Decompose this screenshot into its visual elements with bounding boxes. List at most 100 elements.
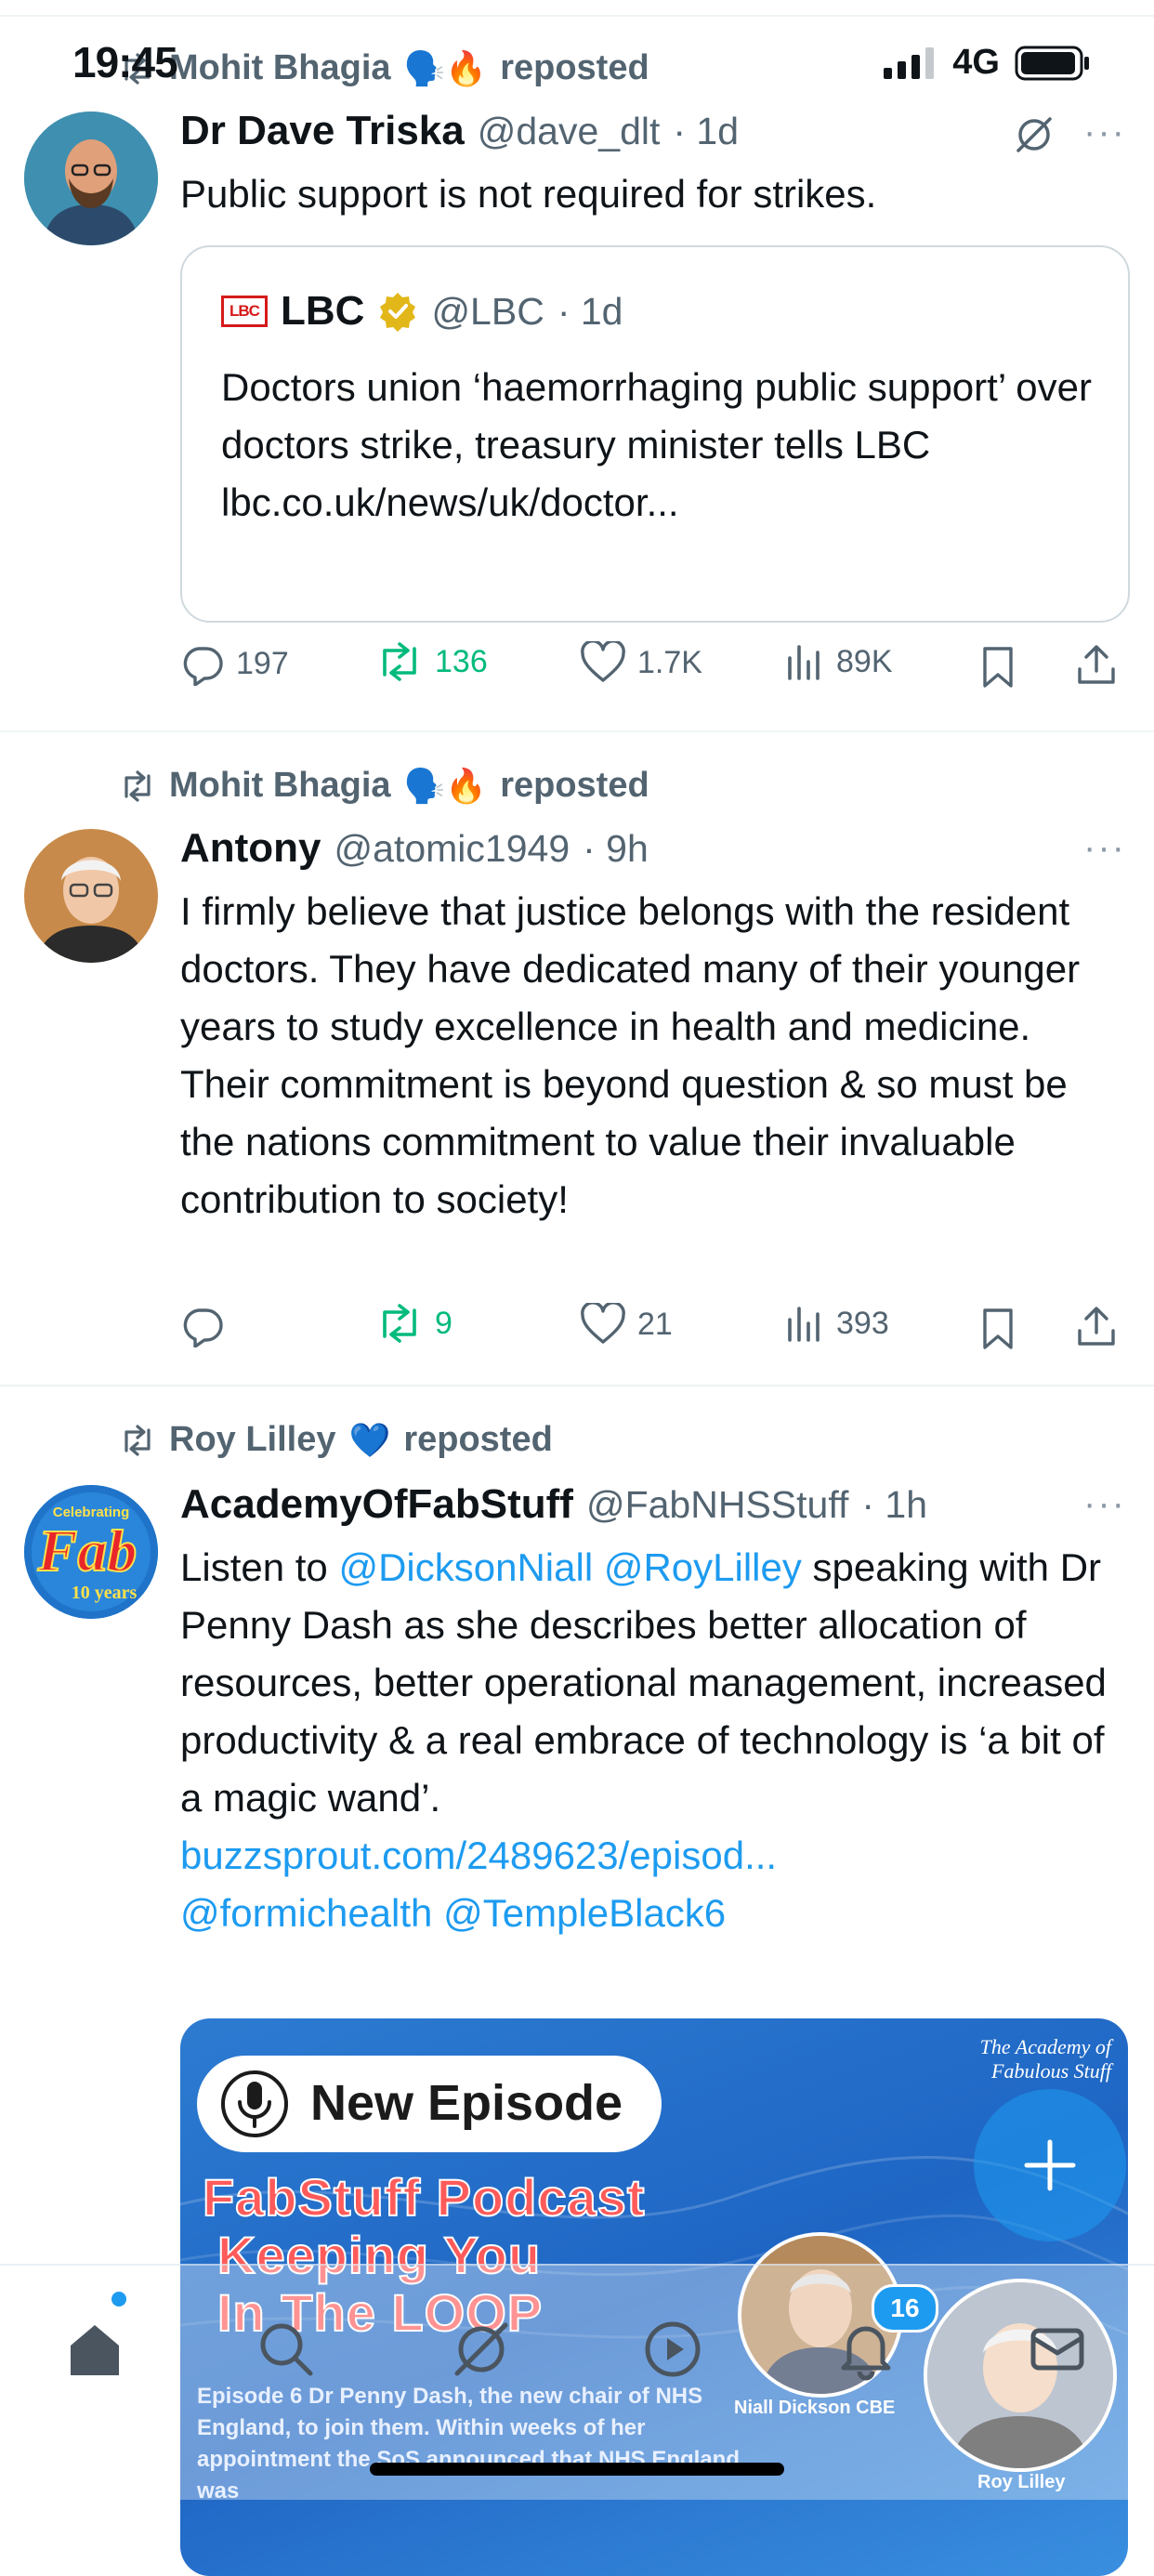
signal-icon (884, 46, 935, 79)
views-count: 393 (836, 1305, 889, 1341)
bookmark-icon[interactable] (979, 1307, 1016, 1351)
reply-button[interactable]: 197 (180, 641, 289, 686)
repost-count: 9 (435, 1305, 452, 1341)
repost-indicator[interactable]: Mohit Bhagia 🗣️🔥 reposted (119, 766, 649, 806)
repost-icon (383, 642, 416, 681)
repost-button[interactable]: 9 (375, 1303, 452, 1344)
podcast-mic-icon (221, 2070, 288, 2137)
search-icon (260, 2323, 313, 2376)
quote-header: LBC LBC @LBC · 1d (221, 288, 623, 335)
tweet-header: AcademyOfFabStuff @FabNHSStuff · 1h (180, 1481, 927, 1528)
reposter-name: Mohit Bhagia (169, 766, 391, 805)
plus-icon (1024, 2139, 1076, 2191)
repost-icon (383, 1304, 416, 1343)
share-icon[interactable] (1074, 1305, 1119, 1349)
text-segment: Listen to (180, 1545, 328, 1589)
reposter-name: Roy Lilley (169, 1420, 336, 1459)
reply-icon (183, 1308, 223, 1347)
heart-icon (581, 641, 625, 682)
reposter-emojis: 🗣️🔥 (403, 766, 488, 805)
new-episode-pill: New Episode (197, 2056, 662, 2152)
views-count: 89K (836, 643, 893, 679)
avatar[interactable] (24, 829, 158, 963)
play-icon (645, 2321, 701, 2377)
nav-home[interactable] (58, 2312, 132, 2386)
views-icon (788, 1307, 820, 1342)
mention-link[interactable]: @TempleBlack6 (443, 1891, 726, 1935)
tweet-time: · 1h (861, 1483, 928, 1526)
mail-icon (1030, 2328, 1084, 2371)
tweet-actions: 9 21 393 (180, 1303, 1128, 1359)
repost-icon (125, 1424, 151, 1456)
grok-icon (454, 2322, 508, 2376)
author-name[interactable]: AcademyOfFabStuff (180, 1481, 573, 1528)
reply-button[interactable] (180, 1303, 236, 1347)
tweet-header: Antony @atomic1949 · 9h (180, 825, 649, 872)
url-link[interactable]: buzzsprout.com/2489623/episod... (180, 1827, 1128, 1885)
tweet-text: I firmly believe that justice belongs wi… (180, 889, 1081, 1221)
mention-link[interactable]: @DicksonNiall (338, 1545, 593, 1589)
tweet-actions: 197 136 1.7K 89K (180, 641, 1128, 697)
like-button[interactable]: 1.7K (580, 641, 702, 684)
battery-icon (1015, 46, 1089, 80)
tweet-text: Public support is not required for strik… (180, 172, 877, 216)
fab-logo-avatar: Celebrating Fab 10 years (24, 1485, 158, 1619)
quote-body: Doctors union ‘haemorrhaging public supp… (221, 365, 1092, 467)
repost-count: 136 (435, 643, 488, 679)
repost-button[interactable]: 136 (375, 641, 488, 682)
quoted-tweet[interactable]: LBC LBC @LBC · 1d Doctors union ‘haemorr… (180, 245, 1130, 623)
quote-time: · 1d (557, 289, 623, 333)
tweet-time: · 9h (583, 827, 649, 870)
quote-link[interactable]: lbc.co.uk/news/uk/doctor... (221, 474, 1095, 532)
share-icon[interactable] (1074, 643, 1119, 688)
repost-label: reposted (500, 766, 649, 805)
tweet-text: Listen to @DicksonNiall @RoyLilley speak… (180, 1539, 1128, 1942)
compose-button[interactable] (974, 2089, 1126, 2241)
views-button[interactable]: 89K (784, 641, 893, 682)
avatar-illustration (24, 112, 158, 245)
status-icons: 4G (884, 43, 1091, 83)
views-icon (788, 645, 820, 680)
avatar-photo (24, 829, 158, 963)
nav-search[interactable] (249, 2312, 323, 2386)
tweet[interactable]: Mohit Bhagia 🗣️🔥 reposted Antony @atomic… (0, 734, 1154, 1385)
author-handle[interactable]: @FabNHSStuff (586, 1483, 848, 1527)
podcast-title: FabStuff Podcast (202, 2167, 646, 2228)
author-name[interactable]: Antony (180, 825, 321, 872)
repost-indicator[interactable]: Roy Lilley 💙 reposted (119, 1420, 553, 1460)
author-handle[interactable]: @atomic1949 (334, 827, 570, 871)
repost-label: reposted (403, 1420, 553, 1459)
heart-icon (581, 1303, 625, 1344)
like-count: 21 (637, 1306, 673, 1342)
nav-grok[interactable] (444, 2312, 518, 2386)
repost-icon (125, 769, 151, 802)
more-options-icon[interactable]: ··· (1083, 827, 1126, 869)
mention-link[interactable]: @formichealth (180, 1891, 432, 1935)
divider (0, 15, 1154, 17)
lbc-logo-icon: LBC (221, 296, 268, 327)
bookmark-icon[interactable] (979, 645, 1016, 690)
views-button[interactable]: 393 (784, 1303, 889, 1344)
like-count: 1.7K (637, 644, 702, 680)
avatar[interactable]: Celebrating Fab 10 years (24, 1485, 158, 1619)
mention-link[interactable]: @RoyLilley (604, 1545, 802, 1589)
academy-logo: The Academy of Fabulous Stuff (979, 2035, 1111, 2083)
new-posts-dot (111, 2292, 126, 2307)
nav-video[interactable] (636, 2312, 710, 2386)
status-time: 19:45 (72, 38, 178, 86)
quote-text: Doctors union ‘haemorrhaging public supp… (221, 359, 1095, 532)
notifications-badge: 16 (872, 2284, 938, 2333)
avatar-text: Fab (37, 1518, 138, 1584)
like-button[interactable]: 21 (580, 1303, 673, 1346)
reply-count: 197 (236, 645, 289, 681)
reposter-emojis: 💙 (348, 1420, 391, 1459)
more-options-icon[interactable]: ··· (1083, 1483, 1126, 1525)
divider (0, 730, 1154, 732)
new-episode-label: New Episode (310, 2075, 623, 2131)
avatar[interactable] (24, 112, 158, 245)
reply-icon (183, 647, 223, 686)
nav-messages[interactable] (1020, 2312, 1095, 2386)
home-indicator (370, 2463, 784, 2476)
avatar-text: 10 years (72, 1583, 138, 1603)
network-type: 4G (952, 43, 1000, 82)
